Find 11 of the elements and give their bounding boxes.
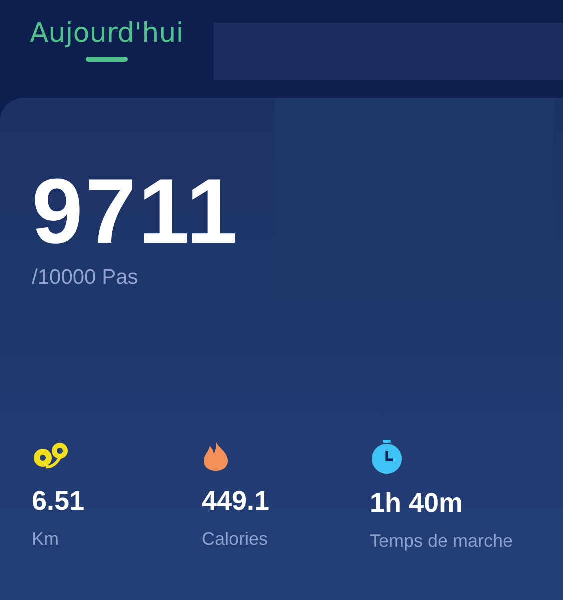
stat-value: 1h 40m — [370, 488, 464, 519]
step-goal: /10000 Pas — [32, 266, 140, 290]
stat-value: 449.1 — [202, 486, 270, 517]
stat-label: Calories — [202, 529, 268, 550]
stat-value: 6.51 — [32, 486, 85, 517]
flame-icon — [202, 440, 230, 472]
today-tab[interactable]: Aujourd'hui — [30, 18, 184, 62]
stat-label: Km — [32, 529, 59, 550]
stat-label: Temps de marche — [370, 531, 514, 552]
step-count: 9711 — [32, 166, 241, 258]
stopwatch-icon — [370, 440, 404, 474]
